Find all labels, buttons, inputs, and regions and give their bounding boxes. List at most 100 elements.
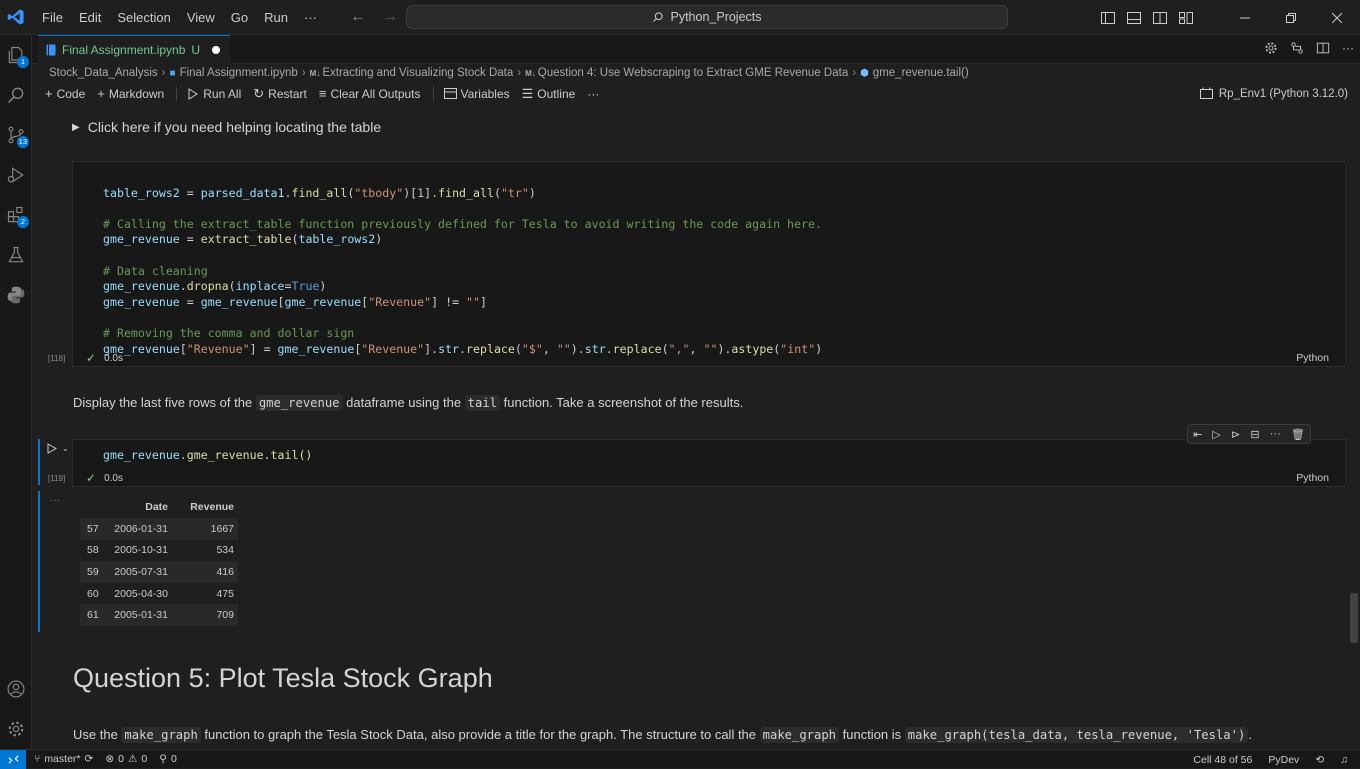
tab-final-assignment[interactable]: Final Assignment.ipynb U (38, 35, 231, 64)
ports-item[interactable]: ⚲ 0 (159, 753, 177, 765)
sync-icon[interactable]: ⟳ (85, 753, 94, 765)
md-text: function is (839, 727, 905, 742)
outline-label: Outline (537, 86, 576, 101)
minimize-button[interactable] (1222, 0, 1268, 35)
output-more-icon[interactable]: ··· (50, 495, 60, 506)
delete-cell-trash-icon[interactable]: 🗑 (1291, 428, 1305, 441)
branch-name: master* (44, 753, 81, 765)
cell-language-label[interactable]: Python (1296, 472, 1329, 484)
close-window-button[interactable] (1314, 0, 1360, 35)
menu-file[interactable]: File (34, 0, 71, 35)
cell-language-label[interactable]: Python (1296, 352, 1329, 364)
inline-code: make_graph (759, 727, 840, 743)
toggle-panel-icon[interactable] (1126, 10, 1142, 26)
add-markdown-button[interactable]: + Markdown (97, 84, 164, 104)
notifications-bell-icon[interactable]: ♫ (1340, 754, 1348, 766)
revenue-cell: 709 (172, 604, 238, 626)
add-markdown-label: Markdown (108, 86, 165, 101)
markdown-cell-question-5[interactable]: Use the make_graph function to graph the… (73, 727, 1252, 743)
clear-all-outputs-button[interactable]: ≡ Clear All Outputs (319, 84, 421, 104)
markdown-icon: M↓ (525, 68, 536, 78)
run-debug-icon[interactable] (0, 157, 32, 193)
customize-layout-icon[interactable] (1178, 10, 1194, 26)
table-header: Date (145, 500, 168, 513)
more-actions-icon[interactable]: ··· (1342, 41, 1354, 55)
settings-gear-icon[interactable] (0, 711, 32, 747)
date-cell: 2005-04-30 (114, 587, 168, 600)
clear-all-label: Clear All Outputs (330, 86, 421, 101)
more-cell-actions-icon[interactable]: ··· (1270, 428, 1281, 440)
variables-button[interactable]: Variables (443, 84, 510, 104)
menu-view[interactable]: View (179, 0, 223, 35)
menu-edit[interactable]: Edit (71, 0, 109, 35)
status-bar: ⑂ master* ⟳ ⊗ 0 ⚠ 0 ⚲ 0 Cell 48 of 56 PyDev… (0, 749, 1360, 769)
split-cell-icon[interactable]: ⊟ (1250, 428, 1259, 441)
extensions-icon[interactable]: 2 (0, 197, 32, 233)
explorer-icon[interactable]: 1 (0, 37, 32, 73)
kernel-picker[interactable]: Rp_Env1 (Python 3.12.0) (1199, 82, 1348, 105)
execute-below-icon[interactable]: ⊳ (1231, 428, 1240, 441)
run-cell-button[interactable]: ⌄ (47, 443, 69, 454)
toggle-primary-sidebar-icon[interactable] (1100, 10, 1116, 26)
forward-arrow-icon[interactable]: → (382, 8, 398, 26)
toolbar-more-button[interactable]: ··· (587, 84, 599, 104)
breadcrumb-folder[interactable]: Stock_Data_Analysis (49, 67, 158, 79)
menu-go[interactable]: Go (223, 0, 256, 35)
account-icon[interactable] (0, 671, 32, 707)
markdown-heading-question-5[interactable]: Question 5: Plot Tesla Stock Graph (73, 663, 493, 694)
help-details-toggle[interactable]: ▶ Click here if you need helping locatin… (72, 119, 381, 135)
unsaved-dot-icon[interactable] (212, 46, 221, 54)
run-dropdown-chevron-icon[interactable]: ⌄ (62, 444, 69, 453)
md-text: Display the last five rows of the (73, 395, 256, 410)
back-arrow-icon[interactable]: ← (350, 8, 366, 26)
activity-bar: 1 13 2 (0, 35, 32, 749)
command-center-search[interactable]: Python_Projects (406, 5, 1008, 29)
toggle-secondary-sidebar-icon[interactable] (1152, 10, 1168, 26)
code-editor[interactable]: table_rows2 = parsed_data1.find_all("tbo… (103, 170, 822, 373)
search-text: Python_Projects (670, 10, 762, 24)
breadcrumb-question[interactable]: Question 4: Use Webscraping to Extract G… (538, 67, 848, 79)
outline-button[interactable]: ☰ Outline (522, 84, 576, 104)
restore-button[interactable] (1268, 0, 1314, 35)
menu-run[interactable]: Run (256, 0, 296, 35)
search-view-icon[interactable] (0, 77, 32, 113)
notebook-settings-gear-icon[interactable] (1264, 41, 1278, 55)
code-cell-119[interactable]: gme_revenue.gme_revenue.tail() Python (72, 439, 1346, 487)
add-code-button[interactable]: + Code (45, 84, 85, 104)
markdown-cell-instruction[interactable]: Display the last five rows of the gme_re… (73, 395, 744, 411)
inline-code: tail (464, 395, 501, 411)
ports-count: 0 (170, 753, 177, 765)
inline-code: gme_revenue (255, 395, 343, 411)
code-cell-118[interactable]: table_rows2 = parsed_data1.find_all("tbo… (72, 161, 1346, 367)
error-count: 0 (118, 753, 124, 765)
breadcrumb-section[interactable]: Extracting and Visualizing Stock Data (322, 67, 513, 79)
python-icon[interactable] (0, 277, 32, 313)
md-text: function. Take a screenshot of the resul… (500, 395, 744, 410)
menu-selection[interactable]: Selection (109, 0, 178, 35)
markdown-icon: M↓ (309, 68, 321, 78)
language-server[interactable]: PyDev (1268, 754, 1299, 766)
vertical-scrollbar-thumb[interactable] (1350, 593, 1358, 643)
testing-flask-icon[interactable] (0, 237, 32, 273)
breadcrumb-cell[interactable]: gme_revenue.tail() (873, 67, 969, 79)
restart-icon: ↻ (253, 85, 265, 101)
code-comment: # Calling the extract_table function pre… (103, 216, 822, 231)
cell-position[interactable]: Cell 48 of 56 (1193, 754, 1252, 766)
source-control-icon[interactable]: 13 (0, 117, 32, 153)
git-branch-item[interactable]: ⑂ master* ⟳ (34, 753, 93, 765)
menu-more[interactable]: ··· (296, 0, 325, 35)
run-all-button[interactable]: Run All (187, 84, 241, 104)
table-header (80, 495, 106, 518)
execute-cell-and-below-icon[interactable]: ▷ (1212, 428, 1220, 441)
notebook-sync-icon[interactable]: ⟲ (1315, 754, 1324, 766)
split-editor-icon[interactable] (1316, 41, 1330, 55)
variables-icon (443, 88, 457, 99)
execute-above-icon[interactable]: ⇤ (1193, 428, 1202, 441)
restart-button[interactable]: ↻ Restart (253, 84, 307, 104)
code-editor[interactable]: gme_revenue.gme_revenue.tail() (103, 448, 312, 464)
compare-changes-icon[interactable] (1290, 41, 1304, 55)
problems-item[interactable]: ⊗ 0 ⚠ 0 (105, 753, 147, 765)
remote-window-icon[interactable] (0, 749, 26, 769)
tab-title: Final Assignment.ipynb (62, 43, 186, 57)
breadcrumb-file[interactable]: Final Assignment.ipynb (180, 67, 298, 79)
